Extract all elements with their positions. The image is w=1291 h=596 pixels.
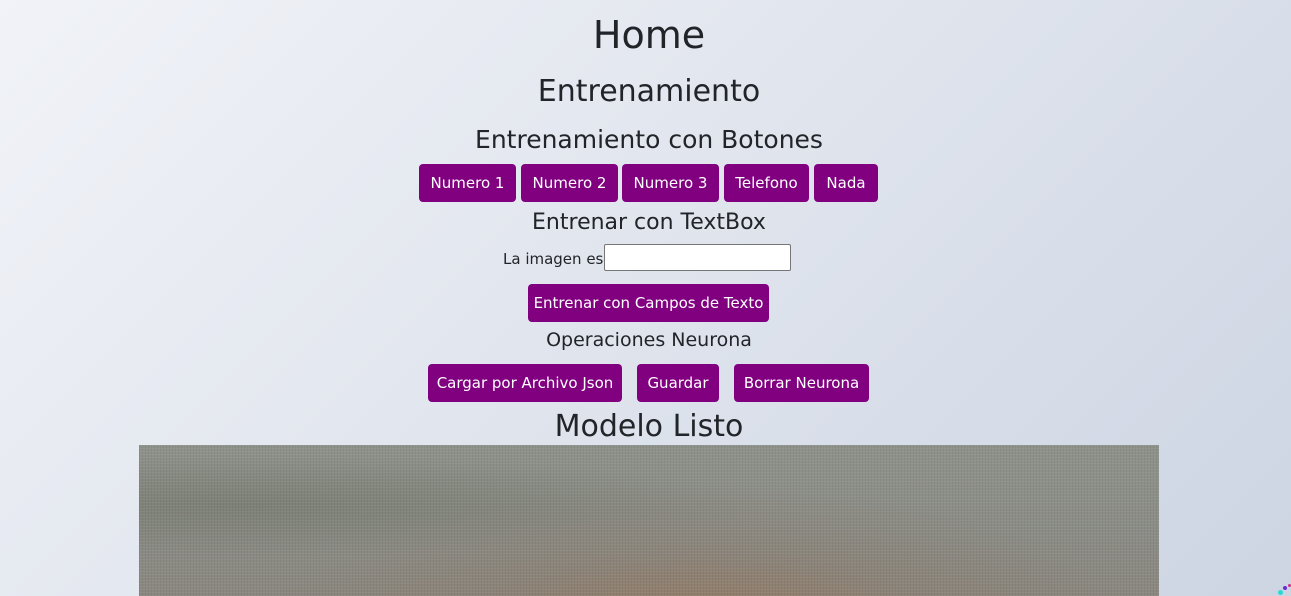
- delete-neuron-button[interactable]: Borrar Neurona: [734, 364, 869, 402]
- image-input[interactable]: [604, 244, 791, 271]
- camera-video: [139, 445, 1159, 596]
- numero-2-button[interactable]: Numero 2: [521, 164, 618, 202]
- nada-button[interactable]: Nada: [814, 164, 878, 202]
- section-title: Entrenamiento: [537, 74, 761, 109]
- buttons-heading: Entrenamiento con Botones: [475, 125, 823, 154]
- numero-3-button[interactable]: Numero 3: [622, 164, 719, 202]
- page: Home Entrenamiento Entrenamiento con Bot…: [0, 0, 1291, 596]
- page-title: Home: [592, 13, 706, 57]
- corner-indicator-icon: [1277, 582, 1291, 596]
- telefono-button[interactable]: Telefono: [724, 164, 809, 202]
- load-json-button[interactable]: Cargar por Archivo Json: [428, 364, 622, 402]
- train-text-button[interactable]: Entrenar con Campos de Texto: [528, 284, 769, 322]
- image-label: La imagen es:: [503, 250, 609, 268]
- numero-1-button[interactable]: Numero 1: [419, 164, 516, 202]
- save-button[interactable]: Guardar: [637, 364, 719, 402]
- model-status: Modelo Listo: [554, 409, 744, 444]
- textbox-heading: Entrenar con TextBox: [532, 210, 766, 235]
- operations-heading: Operaciones Neurona: [546, 329, 752, 351]
